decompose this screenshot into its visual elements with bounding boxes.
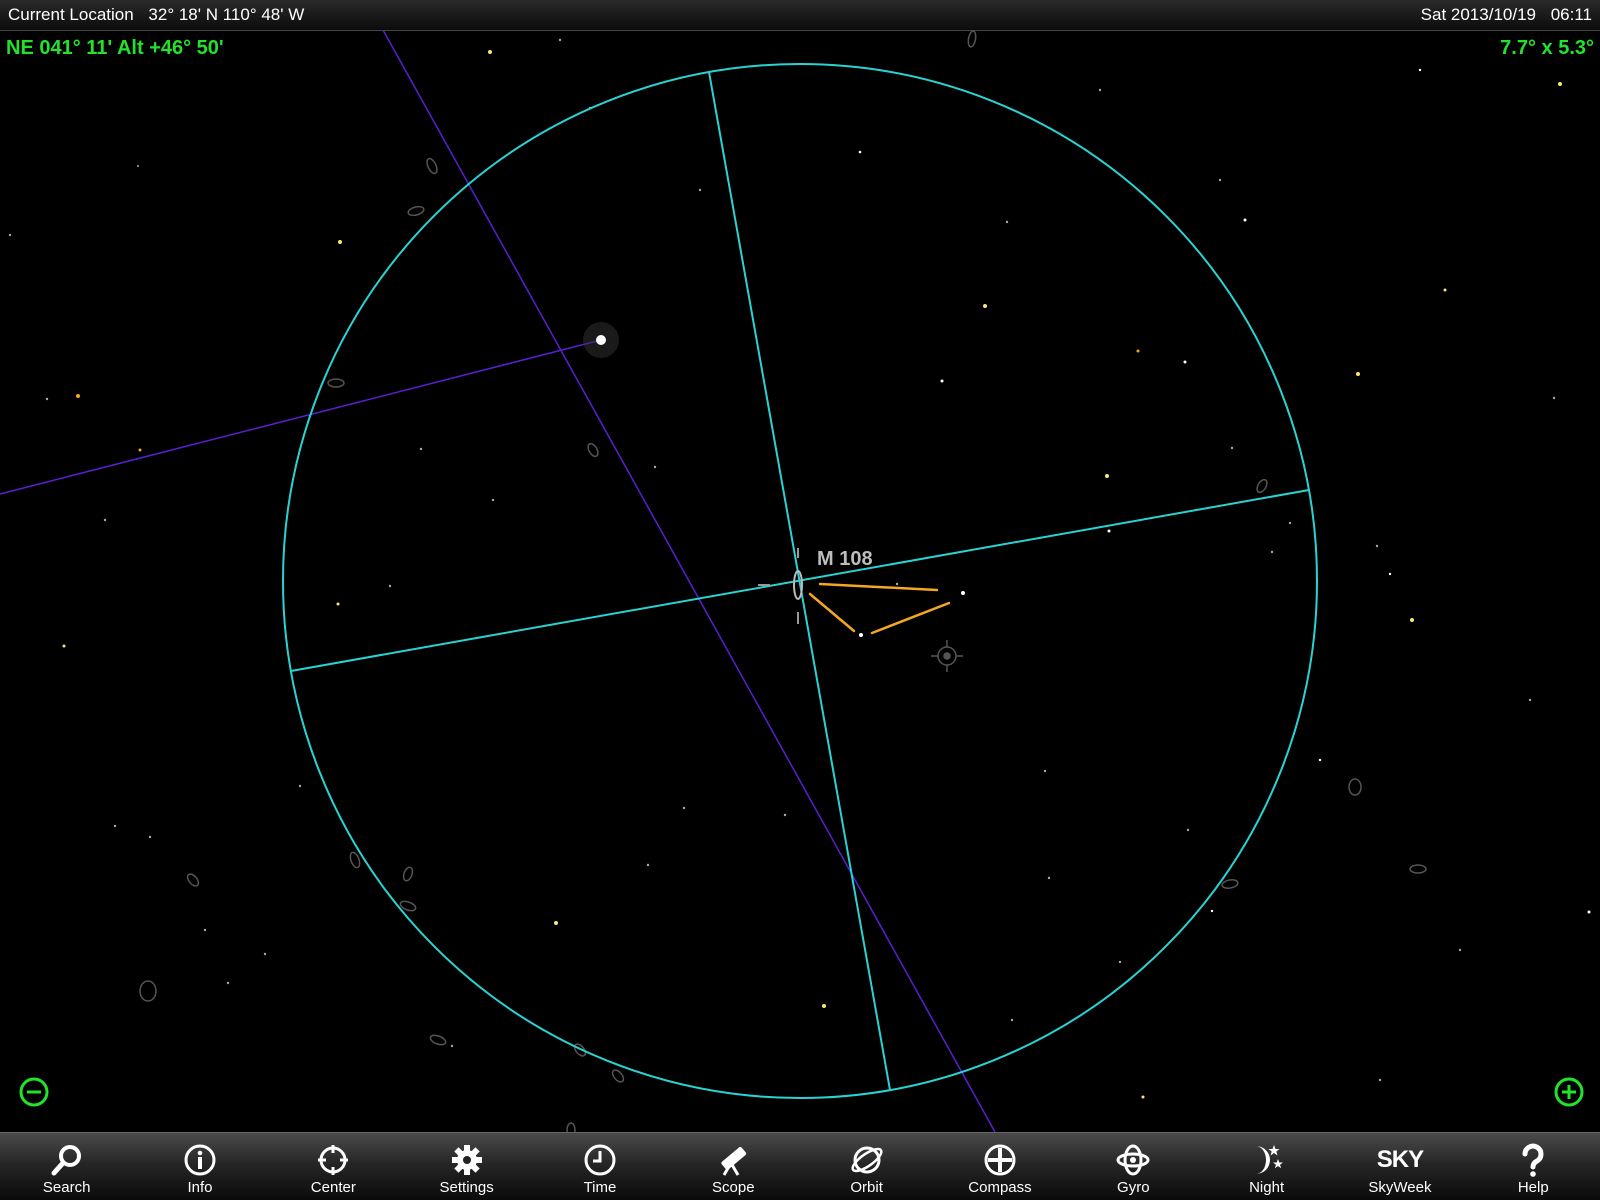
question-icon xyxy=(1516,1143,1550,1177)
settings-button[interactable]: Settings xyxy=(400,1133,533,1200)
compass-button[interactable]: Compass xyxy=(933,1133,1066,1200)
gyro-label: Gyro xyxy=(1117,1179,1150,1196)
help-button[interactable]: Help xyxy=(1467,1133,1600,1200)
info-label: Info xyxy=(187,1179,213,1196)
sky-logo-icon: SKY xyxy=(1376,1146,1424,1173)
gyro-icon xyxy=(1116,1143,1150,1177)
night-label: Night xyxy=(1249,1179,1285,1196)
zoom-in-button[interactable] xyxy=(1554,1077,1584,1107)
crosshair-icon xyxy=(316,1143,350,1177)
settings-label: Settings xyxy=(439,1179,494,1196)
info-button[interactable]: Info xyxy=(133,1133,266,1200)
galaxy-markers xyxy=(139,30,1427,1132)
compass-icon xyxy=(983,1143,1017,1177)
center-button[interactable]: Center xyxy=(267,1133,400,1200)
zoom-out-button[interactable] xyxy=(19,1077,49,1107)
gyro-button[interactable]: Gyro xyxy=(1067,1133,1200,1200)
meridian-lines xyxy=(0,30,996,1132)
moon-stars-icon xyxy=(1250,1143,1284,1177)
orbit-icon xyxy=(850,1143,884,1177)
fov-indicator xyxy=(282,63,1318,1099)
pointing-readout: NE 041° 11' Alt +46° 50' xyxy=(6,37,224,59)
fov-readout: 7.7° x 5.3° xyxy=(1500,37,1594,59)
scope-label: Scope xyxy=(712,1179,755,1196)
time-button[interactable]: Time xyxy=(533,1133,666,1200)
location-readout[interactable]: Current Location 32° 18' N 110° 48' W xyxy=(8,5,304,25)
search-button[interactable]: Search xyxy=(0,1133,133,1200)
compass-label: Compass xyxy=(968,1179,1032,1196)
status-bar: Current Location 32° 18' N 110° 48' W Sa… xyxy=(0,0,1600,31)
orbit-label: Orbit xyxy=(850,1179,883,1196)
bottom-toolbar: Search Info Center Settings Time Scope O… xyxy=(0,1132,1600,1200)
skyweek-button[interactable]: SKY SkyWeek xyxy=(1333,1133,1466,1200)
asterism-lines xyxy=(808,582,951,635)
time-text: 06:11 xyxy=(1550,5,1592,24)
night-button[interactable]: Night xyxy=(1200,1133,1333,1200)
location-coordinates: 32° 18' N 110° 48' W xyxy=(148,5,305,24)
clock-icon xyxy=(583,1143,617,1177)
telescope-icon xyxy=(716,1143,750,1177)
time-label: Time xyxy=(583,1179,617,1196)
magnifier-icon xyxy=(50,1143,84,1177)
bright-star[interactable] xyxy=(583,322,619,358)
star-field xyxy=(8,38,1591,1099)
date-text: Sat 2013/10/19 xyxy=(1420,5,1536,24)
center-label: Center xyxy=(310,1179,356,1196)
orbit-button[interactable]: Orbit xyxy=(800,1133,933,1200)
location-label: Current Location xyxy=(8,5,134,24)
datetime-readout[interactable]: Sat 2013/10/19 06:11 xyxy=(1421,5,1592,25)
skyweek-label: SkyWeek xyxy=(1368,1179,1432,1196)
target-label: M 108 xyxy=(817,548,873,570)
telescope-reticle-icon xyxy=(931,640,963,672)
help-label: Help xyxy=(1517,1179,1549,1196)
info-icon xyxy=(183,1143,217,1177)
asterism-stars xyxy=(859,591,965,637)
sky-chart[interactable]: M 108 xyxy=(0,30,1600,1132)
gear-icon xyxy=(450,1143,484,1177)
scope-button[interactable]: Scope xyxy=(667,1133,800,1200)
search-label: Search xyxy=(42,1179,91,1196)
